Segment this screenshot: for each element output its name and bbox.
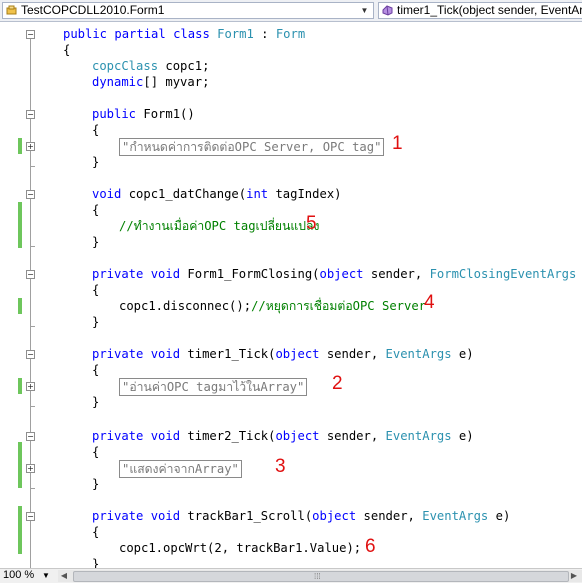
code-line: private void trackBar1_Scroll(object sen… [92, 509, 511, 523]
code-line: private void Form1_FormClosing(object se… [92, 267, 577, 281]
code-line: } [92, 155, 100, 169]
code-line: copc1.opcWrt(2, trackBar1.Value); [119, 541, 362, 555]
code-line: { [63, 43, 71, 57]
code-line: } [92, 477, 100, 491]
code-line: copcClass copc1; [92, 59, 210, 73]
scroll-right-icon[interactable]: ▶ [568, 570, 580, 582]
scrollbar-thumb[interactable]: ⁞⁞⁞ [73, 571, 569, 582]
code-line: public Form1() [92, 107, 195, 121]
code-line: private void timer2_Tick(object sender, … [92, 429, 474, 443]
code-line: } [92, 395, 100, 409]
code-line: { [92, 525, 100, 539]
code-line: { [92, 123, 100, 137]
code-line: { [92, 283, 100, 297]
method-icon [382, 5, 393, 16]
code-line: "กำหนดค่าการติดต่อOPC Server, OPC tag" [0, 138, 582, 156]
code-line: } [92, 315, 100, 329]
code-line: } [92, 557, 100, 568]
code-line: "แสดงค่าจากArray" [0, 460, 582, 478]
member-selector-value: timer1_Tick(object sender, EventArgs e) [397, 3, 582, 17]
annotation-4: 4 [424, 292, 435, 313]
code-line: { [92, 363, 100, 377]
annotation-6: 6 [365, 536, 376, 557]
code-line: public partial class Form1 : Form [63, 27, 306, 41]
code-line: "อ่านค่าOPC tagมาไว้ในArray" [0, 378, 582, 396]
code-line: { [92, 203, 100, 217]
code-line: private void timer1_Tick(object sender, … [92, 347, 474, 361]
editor-status-bar: 100 % ▼ ◀ ⁞⁞⁞ ▶ [0, 568, 582, 583]
class-icon [6, 5, 17, 15]
annotation-2: 2 [332, 373, 343, 394]
code-editor[interactable]: − − + − − − + − + − public partial class… [0, 22, 582, 568]
navigation-bar: TestCOPCDLL2010.Form1 ▼ timer1_Tick(obje… [0, 0, 582, 22]
grip-icon: ⁞⁞⁞ [314, 572, 321, 581]
class-selector-value: TestCOPCDLL2010.Form1 [21, 3, 165, 17]
annotation-1: 1 [392, 133, 403, 154]
code-line: copc1.disconnec();//หยุดการเชื่อมต่อOPC … [119, 299, 427, 313]
horizontal-scrollbar[interactable]: ◀ ⁞⁞⁞ ▶ [58, 570, 582, 582]
code-line: void copc1_datChange(int tagIndex) [92, 187, 342, 201]
chevron-down-icon[interactable]: ▼ [42, 569, 50, 582]
scroll-left-icon[interactable]: ◀ [58, 570, 70, 582]
class-selector-dropdown[interactable]: TestCOPCDLL2010.Form1 ▼ [2, 2, 374, 19]
code-line: { [92, 445, 100, 459]
code-comment: //ทำงานเมื่อค่าOPC tagเปลี่ยนแปลง [119, 219, 320, 233]
code-comment: //หยุดการเชื่อมต่อOPC Server [251, 299, 427, 313]
annotation-5: 5 [306, 213, 317, 234]
code-line: } [92, 235, 100, 249]
code-line: dynamic[] myvar; [92, 75, 210, 89]
annotation-3: 3 [275, 456, 286, 477]
member-selector-dropdown[interactable]: timer1_Tick(object sender, EventArgs e) … [378, 2, 582, 19]
chevron-down-icon[interactable]: ▼ [358, 4, 371, 17]
zoom-level[interactable]: 100 % [3, 569, 34, 582]
code-line: //ทำงานเมื่อค่าOPC tagเปลี่ยนแปลง [0, 218, 582, 234]
